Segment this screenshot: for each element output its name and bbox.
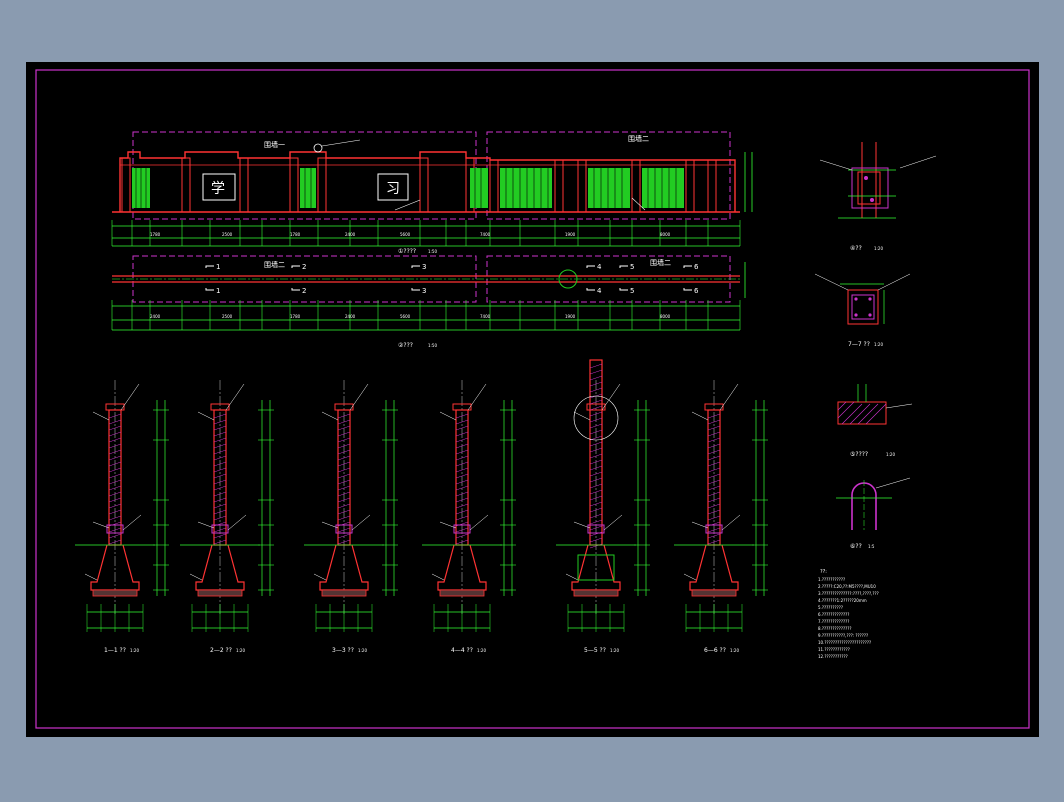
dim-text: 2400 bbox=[345, 232, 356, 237]
detail-7-label: 7—7 ?? bbox=[848, 341, 870, 348]
notes-title: ??: bbox=[820, 569, 827, 575]
section-marker-label: 2 bbox=[302, 287, 306, 295]
dim-text: 8000 bbox=[660, 232, 671, 237]
section-label-4: 4—4 ?? bbox=[451, 647, 473, 654]
note-item: 4.???????1:2?????20mm bbox=[818, 598, 867, 603]
section-scale-4: 1:20 bbox=[477, 648, 486, 653]
elevation-char-right: 习 bbox=[386, 181, 400, 197]
note-item: 9.???????????,???: ?????? bbox=[818, 633, 868, 638]
detail-7-scale: 1:20 bbox=[874, 342, 883, 347]
section-label-1: 1—1 ?? bbox=[104, 647, 126, 654]
section-marker-label: 4 bbox=[597, 263, 602, 271]
section-scale-5: 1:20 bbox=[610, 648, 619, 653]
section-scale-6: 1:20 bbox=[730, 648, 739, 653]
dim-text: 1780 bbox=[290, 314, 301, 319]
note-item: 3.??????????????:????,????,??? bbox=[818, 591, 879, 596]
note-item: 7.????????????? bbox=[818, 619, 849, 624]
dim-text: 7400 bbox=[480, 314, 491, 319]
section-pad bbox=[439, 589, 485, 597]
dim-text: 5600 bbox=[400, 232, 411, 237]
elevation-char-left: 学 bbox=[211, 181, 225, 197]
dim-text: 2500 bbox=[222, 314, 233, 319]
section-marker-label: 2 bbox=[302, 263, 306, 271]
section-scale-3: 1:20 bbox=[358, 648, 367, 653]
dim-text: 5600 bbox=[400, 314, 411, 319]
note-item: 12.??????????? bbox=[818, 654, 848, 659]
elevation-zone-left-label: 围墙一 bbox=[264, 140, 285, 149]
dim-text: 1780 bbox=[150, 232, 161, 237]
section-marker-label: 5 bbox=[630, 287, 634, 295]
dim-text: 2400 bbox=[150, 314, 161, 319]
section-pad bbox=[92, 589, 138, 597]
section-marker-label: 6 bbox=[694, 263, 699, 271]
section-marker-label: 5 bbox=[630, 263, 634, 271]
elevation-title: ①???? bbox=[398, 248, 416, 255]
note-item: 8.?????????????? bbox=[818, 626, 852, 631]
plan-zone-right-label: 围墙二 bbox=[650, 258, 671, 267]
detail-5-label: ⑤???? bbox=[850, 451, 868, 458]
note-item: 6.????????????? bbox=[818, 612, 849, 617]
section-marker-label: 4 bbox=[597, 287, 602, 295]
note-item: 5.?????????? bbox=[818, 605, 843, 610]
cad-viewport: 围墙一 围墙二 学 习 1780 2500 1780 2400 5600 740… bbox=[0, 0, 1064, 798]
dim-text: 8000 bbox=[660, 314, 671, 319]
section-marker-label: 1 bbox=[216, 263, 220, 271]
detail-6-label: ⑥?? bbox=[850, 543, 862, 550]
section-pad bbox=[197, 589, 243, 597]
section-pad bbox=[691, 589, 737, 597]
note-item: 10.?????????????????????? bbox=[818, 640, 871, 645]
detail-4-scale: 1:20 bbox=[874, 246, 883, 251]
section-marker-label: 3 bbox=[422, 263, 426, 271]
dim-text: 1900 bbox=[565, 232, 576, 237]
elevation-zone-right-label: 围墙二 bbox=[628, 134, 649, 143]
section-label-2: 2—2 ?? bbox=[210, 647, 232, 654]
note-item: 11.???????????? bbox=[818, 647, 850, 652]
cad-drawing: 围墙一 围墙二 学 习 1780 2500 1780 2400 5600 740… bbox=[26, 62, 1039, 737]
dim-text: 7400 bbox=[480, 232, 491, 237]
detail-4-label: ④?? bbox=[850, 245, 862, 252]
dim-text: 1900 bbox=[565, 314, 576, 319]
section-pad bbox=[321, 589, 367, 597]
section-label-3: 3—3 ?? bbox=[332, 647, 354, 654]
section-pad bbox=[573, 589, 619, 597]
plan-title: ②??? bbox=[398, 342, 413, 349]
section-scale-1: 1:20 bbox=[130, 648, 139, 653]
section-label-6: 6—6 ?? bbox=[704, 647, 726, 654]
dim-text: 2500 bbox=[222, 232, 233, 237]
section-scale-2: 1:20 bbox=[236, 648, 245, 653]
dim-text: 2400 bbox=[345, 314, 356, 319]
detail-6-scale: 1:5 bbox=[868, 544, 875, 549]
elevation-scale: 1:50 bbox=[428, 249, 437, 254]
note-item: 2.?????:C20,??:M5????,MU10 bbox=[818, 584, 876, 589]
section-marker-label: 1 bbox=[216, 287, 220, 295]
dim-text: 1780 bbox=[290, 232, 301, 237]
detail-5-scale: 1:20 bbox=[886, 452, 895, 457]
drawing-canvas bbox=[26, 62, 1039, 737]
section-marker-label: 6 bbox=[694, 287, 699, 295]
section-marker-label: 3 bbox=[422, 287, 426, 295]
plan-scale: 1:50 bbox=[428, 343, 437, 348]
plan-zone-left-label: 围墙二 bbox=[264, 260, 285, 269]
note-item: 1.??????????? bbox=[818, 577, 845, 582]
section-label-5: 5—5 ?? bbox=[584, 647, 606, 654]
